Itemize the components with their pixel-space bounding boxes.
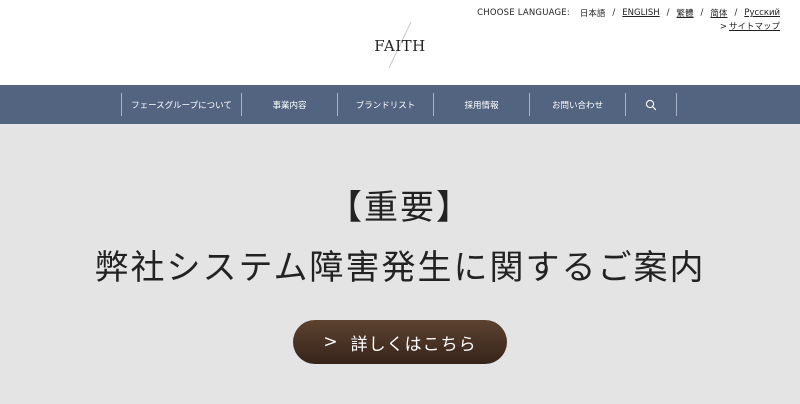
nav-search-button[interactable] [625,93,677,116]
language-simplified-chinese[interactable]: 简体 [710,7,727,19]
hero-banner: 【重要】 弊社システム障害発生に関するご案内 > 詳しくはこちら [0,124,800,404]
nav-item-contact[interactable]: お問い合わせ [529,93,625,116]
language-english[interactable]: ENGLISH [622,8,659,18]
search-icon [645,99,657,110]
language-japanese[interactable]: 日本語 [580,7,606,19]
nav-item-business[interactable]: 事業内容 [241,93,337,116]
details-button[interactable]: > 詳しくはこちら [293,320,507,364]
notice-heading: 【重要】 [328,188,472,228]
main-navigation: フェースグループについて 事業内容 ブランドリスト 採用情報 お問い合わせ [0,85,800,124]
nav-list: フェースグループについて 事業内容 ブランドリスト 採用情報 お問い合わせ [121,93,677,116]
language-traditional-chinese[interactable]: 繁體 [677,7,694,19]
details-button-label: 詳しくはこちら [350,334,477,355]
nav-item-brand-list[interactable]: ブランドリスト [337,93,433,116]
sitemap-arrow: > [719,22,727,32]
language-label: CHOOSE LANGUAGE: [477,8,570,18]
nav-item-recruit[interactable]: 採用情報 [433,93,529,116]
chevron-right-icon: > [323,332,339,352]
language-separator: / [700,8,704,18]
language-separator: / [666,8,670,18]
site-header: CHOOSE LANGUAGE: 日本語 / ENGLISH / 繁體 / 简体… [0,0,800,85]
notice-title: 弊社システム障害発生に関するご案内 [94,248,706,288]
site-logo[interactable]: FAITH [350,20,450,70]
language-separator: / [734,8,738,18]
language-russian[interactable]: Русский [744,8,780,18]
nav-item-about-group[interactable]: フェースグループについて [121,93,241,116]
logo-text: FAITH [374,37,426,55]
sitemap-link[interactable]: > サイトマップ [720,20,780,32]
language-separator: / [612,8,616,18]
sitemap-label: サイトマップ [728,22,780,32]
language-selector: CHOOSE LANGUAGE: 日本語 / ENGLISH / 繁體 / 简体… [477,7,780,19]
